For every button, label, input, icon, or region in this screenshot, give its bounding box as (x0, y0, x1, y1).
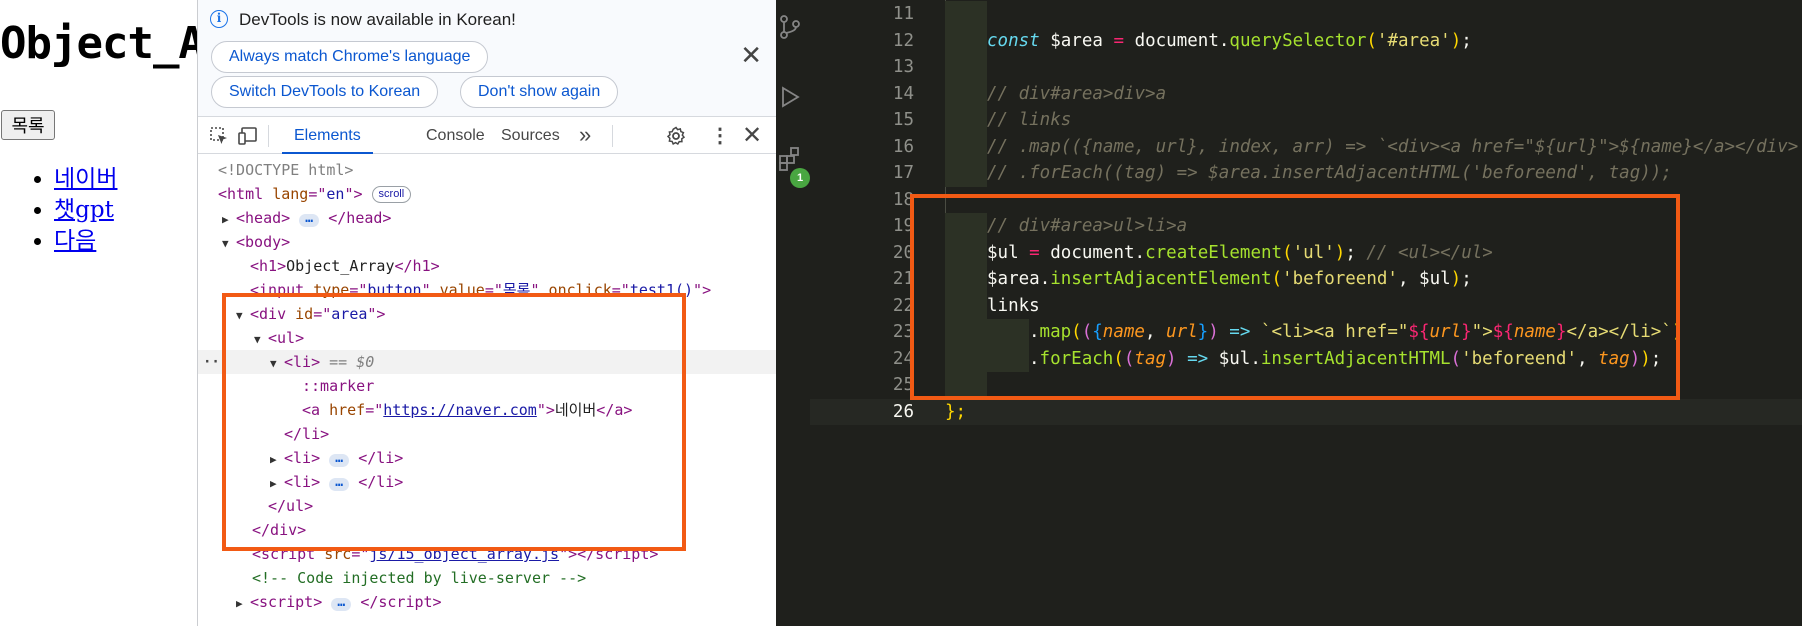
code-line: 17// .forEach((tag) => $area.insertAdjac… (810, 160, 1802, 187)
tab-console[interactable]: Console (426, 117, 485, 154)
extensions-badge: 1 (790, 168, 810, 188)
scroll-badge[interactable]: scroll (371, 186, 412, 203)
tree-head[interactable]: ▶ <head> … </head> (198, 206, 776, 230)
language-infobar: i DevTools is now available in Korean! A… (198, 0, 776, 116)
toolbar-separator (268, 125, 269, 147)
devtools-highlight-box (222, 293, 686, 551)
dont-show-again-button[interactable]: Don't show again (460, 76, 619, 108)
tree-html[interactable]: <html lang="en"> scroll (198, 182, 776, 206)
tree-body[interactable]: ▼ <body> (198, 230, 776, 254)
run-debug-icon[interactable] (777, 84, 803, 110)
code-line: 12 const $area = document.querySelector('… (810, 27, 1802, 54)
devtools-toolbar: Elements Console Sources » ⋮ ✕ (198, 116, 776, 154)
code-line: 13 (810, 54, 1802, 81)
link-chatgpt[interactable]: 챗gpt (54, 197, 114, 223)
list-item: 네이버 (54, 164, 117, 195)
infobar-close-icon[interactable]: ✕ (740, 40, 762, 71)
collapsed-ellipsis[interactable]: … (299, 212, 320, 227)
link-daum[interactable]: 다음 (54, 228, 96, 254)
tree-script[interactable]: ▶ <script> … </script> (198, 590, 776, 614)
list-item: 다음 (54, 226, 117, 257)
code-line: 14// div#area>div>a (810, 80, 1802, 107)
code-line: 16// .map(({name, url}, index, arr) => `… (810, 133, 1802, 160)
code-line-current: 26}; (810, 398, 1802, 425)
tree-h1[interactable]: <h1>Object_Array</h1> (198, 254, 776, 278)
settings-gear-icon[interactable] (666, 126, 686, 146)
editor-highlight-box (910, 194, 1680, 400)
list-item: 챗gpt (54, 195, 117, 226)
tab-sources[interactable]: Sources (501, 117, 560, 154)
info-icon: i (210, 10, 228, 28)
infobar-message: DevTools is now available in Korean! (239, 10, 516, 29)
tree-doctype[interactable]: <!DOCTYPE html> (198, 158, 776, 182)
device-toolbar-icon[interactable] (238, 126, 258, 146)
more-tabs-icon[interactable]: » (579, 117, 591, 154)
close-devtools-icon[interactable]: ✕ (742, 121, 762, 150)
toolbar-separator (612, 125, 613, 147)
page-heading: Object_Array (0, 18, 197, 69)
code-line: 15// links (810, 107, 1802, 134)
source-control-icon[interactable] (777, 14, 803, 40)
tree-comment[interactable]: <!-- Code injected by live-server --> (198, 566, 776, 590)
switch-korean-button[interactable]: Switch DevTools to Korean (211, 76, 439, 108)
list-button[interactable]: 목록 (1, 110, 55, 140)
inspect-element-icon[interactable] (209, 126, 229, 146)
activity-bar: 1 (776, 0, 810, 626)
match-language-button[interactable]: Always match Chrome's language (211, 41, 489, 73)
link-list: 네이버 챗gpt 다음 (30, 164, 117, 257)
code-line: 11 (810, 1, 1802, 28)
rendered-page: Object_Array 목록 네이버 챗gpt 다음 (0, 0, 197, 626)
collapsed-ellipsis[interactable]: … (331, 596, 352, 611)
tab-elements[interactable]: Elements (282, 117, 373, 154)
more-options-icon[interactable]: ⋮ (710, 123, 730, 148)
link-naver[interactable]: 네이버 (54, 166, 117, 192)
